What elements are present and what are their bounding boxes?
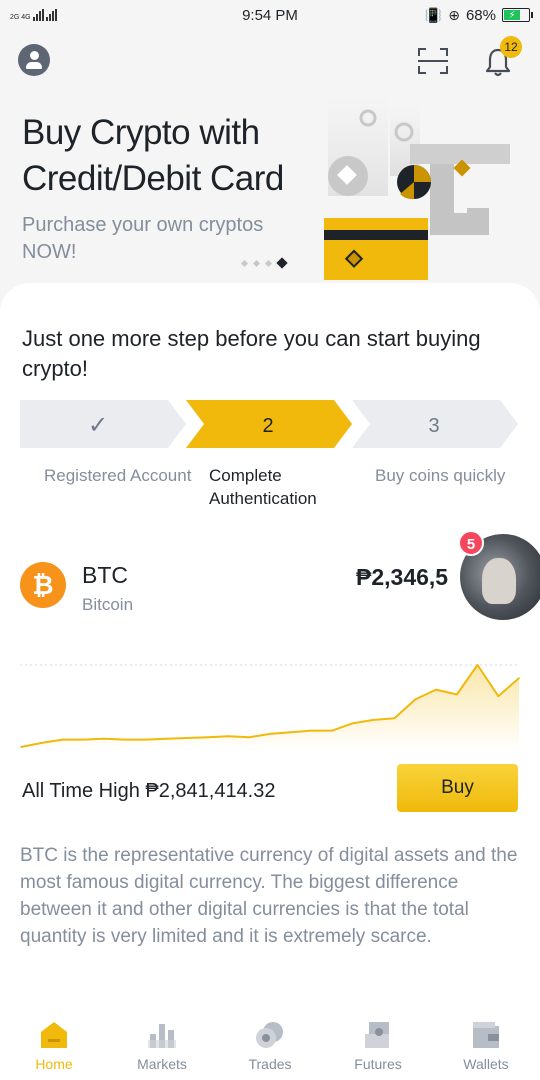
network-label: 2G 4G xyxy=(10,14,31,21)
step-1-label: Registered Account xyxy=(44,466,192,485)
scan-icon[interactable] xyxy=(418,48,448,74)
chart-point xyxy=(82,738,85,741)
chart-point xyxy=(144,738,147,741)
banner-title[interactable]: Buy Crypto with Credit/Debit Card xyxy=(22,110,322,202)
coin-symbol: BTC xyxy=(82,562,128,588)
trades-icon xyxy=(256,1022,283,1048)
step-1-check-icon: ✓ xyxy=(88,411,108,439)
bitcoin-icon: ₿ xyxy=(20,562,66,608)
step-3-label: Buy coins quickly xyxy=(375,466,506,485)
tab-home-label: Home xyxy=(35,1056,73,1072)
chart-point xyxy=(310,729,313,732)
carousel-dot[interactable] xyxy=(240,259,249,267)
carousel-dot[interactable] xyxy=(264,259,273,267)
home-icon xyxy=(41,1022,67,1048)
chart-point xyxy=(61,738,64,741)
credit-card-illustration[interactable] xyxy=(318,96,518,282)
chart-point xyxy=(373,719,375,721)
tab-markets[interactable]: Markets xyxy=(108,1008,216,1080)
chart-point xyxy=(124,738,126,741)
battery-percent: 68% xyxy=(465,6,496,24)
tab-wallets[interactable]: Wallets xyxy=(432,1008,540,1080)
tab-home[interactable]: Home xyxy=(0,1008,108,1080)
chart-point xyxy=(435,688,437,691)
tab-futures-label: Futures xyxy=(354,1056,402,1072)
markets-icon xyxy=(148,1024,176,1048)
futures-icon xyxy=(365,1022,389,1048)
chart-point xyxy=(269,733,271,735)
step-3-number: 3 xyxy=(428,415,439,437)
bottom-tab-bar: Home Markets Trades Futures Wallets xyxy=(0,1008,540,1080)
progress-steps: ✓ 2 3 xyxy=(20,400,518,448)
wallets-icon xyxy=(473,1022,499,1048)
notification-badge: 12 xyxy=(500,36,522,58)
coin-description: BTC is the representative currency of di… xyxy=(20,845,518,947)
banner-subtitle[interactable]: Purchase your own cryptos NOW! xyxy=(22,212,302,266)
carousel-dot[interactable] xyxy=(276,257,288,269)
chart-point xyxy=(20,746,22,748)
signal-icon xyxy=(32,9,44,21)
tab-trades-label: Trades xyxy=(248,1056,292,1072)
chart-point xyxy=(227,735,230,738)
carousel-dot[interactable] xyxy=(252,259,261,267)
signal-icon-2 xyxy=(45,9,57,21)
coin-name: Bitcoin xyxy=(82,595,134,614)
chart-point xyxy=(456,693,458,696)
chart-point xyxy=(165,738,168,740)
tab-trades[interactable]: Trades xyxy=(216,1008,324,1080)
chart-point xyxy=(352,722,354,724)
carousel-indicator xyxy=(240,257,288,269)
data-saver-icon: ⊕ xyxy=(448,6,460,23)
chart-point xyxy=(518,677,520,679)
tab-markets-label: Markets xyxy=(137,1056,187,1072)
tab-wallets-label: Wallets xyxy=(463,1056,509,1072)
chart-point xyxy=(414,698,417,701)
vibrate-icon: 📳 xyxy=(424,6,443,23)
all-time-high: All Time High ₱2,841,414.32 xyxy=(22,780,276,802)
chart-point xyxy=(393,717,396,720)
step-2-number: 2 xyxy=(262,415,273,437)
chart-point xyxy=(186,737,188,739)
chart-point xyxy=(497,695,500,697)
chart-point xyxy=(248,736,251,738)
chart-point xyxy=(41,742,43,744)
chat-unread-badge: 5 xyxy=(458,530,484,556)
chart-point xyxy=(476,664,479,666)
step-2-label: Complete Authentication xyxy=(209,466,317,508)
buy-button[interactable]: Buy xyxy=(397,764,518,812)
chart-point xyxy=(290,731,292,733)
tab-futures[interactable]: Futures xyxy=(324,1008,432,1080)
battery-icon: ⚡ xyxy=(502,8,533,22)
price-chart xyxy=(20,664,520,748)
steps-heading: Just one more step before you can start … xyxy=(22,326,481,381)
chart-point xyxy=(331,729,334,732)
profile-avatar-icon[interactable] xyxy=(18,44,50,76)
top-bar: 12 xyxy=(0,36,540,84)
signal-indicators: 2G 4G xyxy=(10,9,57,21)
chart-point xyxy=(103,738,105,740)
chart-point xyxy=(207,736,209,738)
status-bar: 2G 4G 9:54 PM 📳 ⊕ 68% ⚡ xyxy=(0,0,540,30)
